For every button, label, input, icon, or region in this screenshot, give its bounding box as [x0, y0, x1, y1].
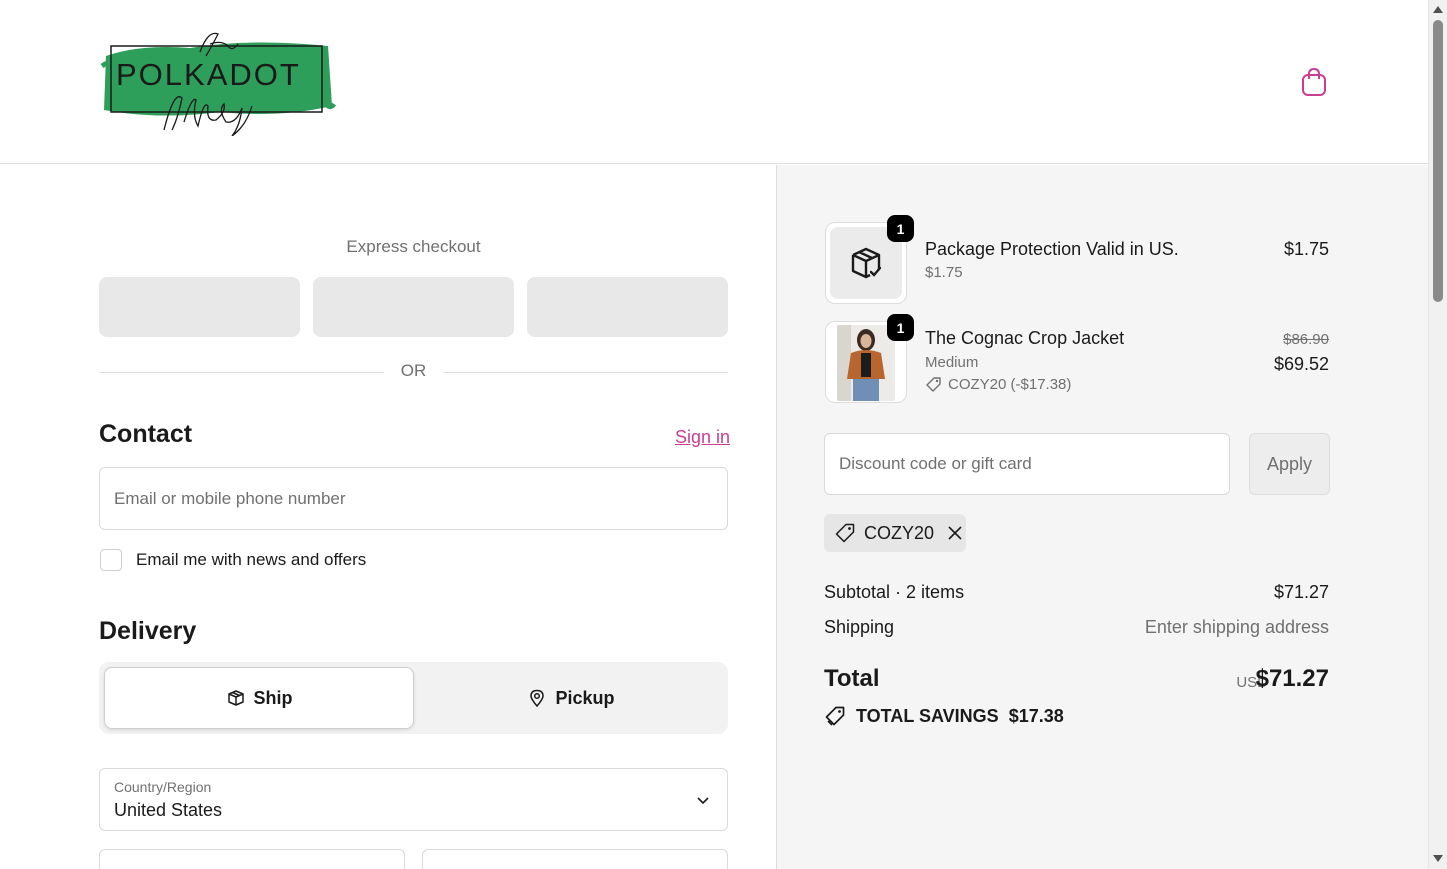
store-logo[interactable]: POLKADOT — [100, 26, 337, 137]
contact-heading: Contact — [99, 420, 193, 448]
tag-icon — [926, 377, 941, 392]
item-name: The Cognac Crop Jacket — [925, 328, 1125, 348]
subtotal-value: $71.27 — [1273, 582, 1329, 602]
total-amount: $71.27 — [1255, 665, 1329, 692]
product-thumbnail: 1 — [825, 314, 914, 403]
item-discount: COZY20 (-$17.38) — [925, 376, 1071, 393]
total-label: Total — [824, 665, 880, 692]
header: POLKADOT — [0, 0, 1428, 164]
close-icon[interactable] — [946, 524, 964, 542]
subtotal-label: Subtotal · 2 items — [824, 582, 965, 602]
divider-right — [443, 372, 728, 373]
shipping-label: Shipping — [824, 617, 895, 637]
item-variant: $1.75 — [925, 264, 963, 281]
discount-code-input[interactable] — [824, 433, 1230, 495]
country-select-value: United States — [114, 800, 223, 820]
scroll-down-icon[interactable] — [1433, 855, 1443, 862]
map-pin-icon — [530, 689, 545, 708]
quantity-badge: 1 — [887, 215, 914, 242]
savings-label: TOTAL SAVINGS — [856, 705, 999, 726]
savings-value: $17.38 — [1008, 705, 1064, 726]
divider-left — [99, 372, 384, 373]
item-original-price: $86.90 — [1283, 331, 1329, 348]
package-check-icon — [851, 247, 882, 279]
pickup-option[interactable]: Pickup — [416, 667, 726, 729]
jacket-photo — [837, 325, 895, 401]
newsletter-checkbox[interactable] — [100, 549, 122, 571]
or-divider-label: OR — [400, 361, 427, 380]
first-name-field[interactable] — [99, 849, 405, 869]
apply-discount-button[interactable]: Apply — [1249, 433, 1330, 495]
applied-code-label: COZY20 — [864, 522, 935, 543]
delivery-method-toggle: Ship Pickup — [99, 662, 728, 734]
country-select-label: Country/Region — [114, 779, 212, 795]
item-variant: Medium — [925, 354, 979, 371]
logo-wordmark: POLKADOT — [116, 57, 301, 92]
shipping-value: Enter shipping address — [1144, 617, 1329, 637]
product-thumbnail: 1 — [825, 215, 914, 304]
delivery-heading: Delivery — [99, 617, 197, 645]
express-checkout-title: Express checkout — [346, 237, 481, 256]
order-summary: 1 Package Protection Valid in US. $1.75 … — [776, 165, 1428, 869]
shopping-bag-icon[interactable] — [1298, 66, 1330, 98]
box-icon — [227, 690, 244, 706]
checkout-form: Express checkout OR Contact Sign in Emai… — [0, 165, 776, 869]
total-savings: TOTAL SAVINGS $17.38 — [824, 705, 1064, 727]
chevron-down-icon — [697, 797, 709, 805]
applied-discount-chip: COZY20 — [824, 514, 966, 552]
email-field[interactable] — [99, 467, 728, 530]
newsletter-label: Email me with news and offers — [136, 550, 367, 569]
pickup-option-label: Pickup — [555, 687, 615, 708]
item-name: Package Protection Valid in US. — [925, 239, 1179, 259]
express-pay-button-3[interactable] — [527, 277, 728, 337]
quantity-badge: 1 — [887, 314, 914, 341]
country-select[interactable]: Country/Region United States — [99, 768, 728, 831]
item-discount-label: COZY20 (-$17.38) — [948, 376, 1072, 393]
sign-in-link[interactable]: Sign in — [675, 427, 730, 448]
scroll-thumb[interactable] — [1433, 20, 1443, 302]
last-name-field[interactable] — [422, 849, 728, 869]
ship-option-label: Ship — [253, 687, 293, 708]
item-price: $69.52 — [1273, 354, 1329, 374]
item-price: $1.75 — [1283, 239, 1329, 259]
page-scrollbar[interactable] — [1428, 0, 1447, 869]
tag-icon — [825, 706, 845, 726]
express-pay-button-1[interactable] — [99, 277, 300, 337]
scroll-up-icon[interactable] — [1433, 6, 1443, 13]
ship-option[interactable]: Ship — [104, 667, 414, 729]
express-pay-button-2[interactable] — [313, 277, 514, 337]
tag-icon — [835, 523, 855, 543]
